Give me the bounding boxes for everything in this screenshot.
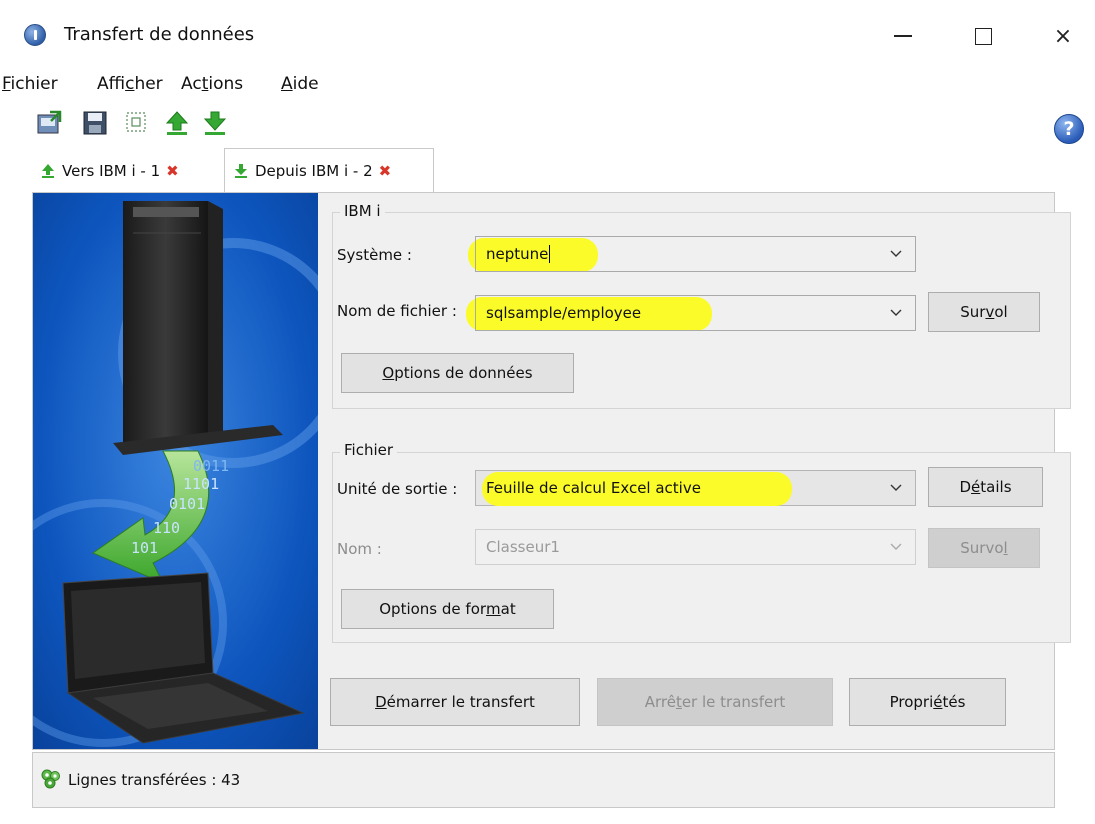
transfer-status-icon bbox=[40, 768, 62, 790]
close-icon[interactable]: ✖ bbox=[166, 162, 179, 180]
status-text: Lignes transférées : 43 bbox=[68, 771, 241, 789]
save-icon[interactable] bbox=[82, 110, 108, 136]
app-icon bbox=[24, 24, 46, 46]
upload-icon[interactable] bbox=[164, 110, 190, 136]
menu-actions[interactable]: Actions bbox=[181, 74, 243, 94]
close-icon: × bbox=[1053, 23, 1073, 49]
chevron-down-icon bbox=[890, 543, 902, 550]
browse-file-button[interactable]: Sur v ol bbox=[928, 292, 1040, 332]
download-icon[interactable] bbox=[202, 110, 228, 136]
close-icon[interactable]: ✖ bbox=[379, 162, 392, 180]
output-device-combo[interactable]: Feuille de calcul Excel active bbox=[475, 470, 916, 506]
menu-aide[interactable]: Aide bbox=[281, 74, 319, 94]
name-combo[interactable]: Classeur1 bbox=[475, 529, 916, 565]
format-options-button[interactable]: Options de for m at bbox=[341, 589, 554, 629]
file-name-combo[interactable]: sqlsample/employee bbox=[475, 295, 916, 331]
file-name-value: sqlsample/employee bbox=[486, 304, 642, 322]
output-device-label: Unité de sortie : bbox=[337, 480, 458, 498]
maximize-icon bbox=[974, 27, 992, 45]
system-label: Système : bbox=[337, 246, 412, 264]
select-icon[interactable] bbox=[124, 110, 150, 136]
open-icon[interactable] bbox=[36, 110, 62, 136]
chevron-down-icon bbox=[890, 250, 902, 257]
browse-name-button[interactable]: Survo l bbox=[928, 528, 1040, 568]
tab-label: Vers IBM i - 1 bbox=[62, 162, 161, 180]
window-title: Transfert de données bbox=[64, 24, 255, 45]
close-button[interactable]: × bbox=[1040, 16, 1086, 56]
binary-line: 0101 bbox=[169, 495, 205, 513]
file-name-label: Nom de fichier : bbox=[337, 302, 457, 320]
system-value: neptune bbox=[486, 245, 549, 263]
system-combo[interactable]: neptune bbox=[475, 236, 916, 272]
maximize-button[interactable] bbox=[960, 16, 1006, 56]
transfer-illustration: 0011 1101 0101 110 101 bbox=[0, 193, 348, 749]
menu-bar bbox=[0, 68, 1095, 104]
data-options-button[interactable]: Options de données bbox=[341, 353, 574, 393]
download-icon bbox=[235, 163, 247, 178]
name-value: Classeur1 bbox=[486, 538, 560, 556]
minimize-button[interactable] bbox=[880, 16, 926, 56]
properties-button[interactable]: Propri é tés bbox=[849, 678, 1006, 726]
help-icon[interactable]: ? bbox=[1054, 114, 1084, 144]
tab-depuis-ibmi[interactable]: Depuis IBM i - 2 ✖ bbox=[224, 148, 434, 192]
minimize-icon bbox=[894, 35, 912, 37]
binary-line: 110 bbox=[153, 519, 180, 537]
upload-icon bbox=[42, 164, 54, 178]
details-button[interactable]: Dé tails bbox=[928, 467, 1043, 507]
fichier-group-legend: Fichier bbox=[340, 441, 398, 459]
chevron-down-icon bbox=[890, 309, 902, 316]
name-label: Nom : bbox=[337, 540, 382, 558]
menu-fichier[interactable]: Fichier bbox=[2, 74, 58, 94]
tab-label: Depuis IBM i - 2 bbox=[255, 161, 373, 180]
tab-vers-ibmi[interactable]: Vers IBM i - 1 ✖ bbox=[32, 152, 222, 190]
output-device-value: Feuille de calcul Excel active bbox=[486, 479, 701, 497]
stop-transfer-button[interactable]: Arrê t er le transfert bbox=[597, 678, 833, 726]
start-transfer-button[interactable]: Démarrer le transfert bbox=[330, 678, 580, 726]
binary-line: 1101 bbox=[183, 475, 219, 493]
binary-line: 0011 bbox=[193, 457, 229, 475]
binary-line: 101 bbox=[131, 539, 158, 557]
ibmi-group-legend: IBM i bbox=[340, 202, 385, 220]
chevron-down-icon bbox=[890, 484, 902, 491]
menu-afficher[interactable]: Afficher bbox=[97, 74, 163, 94]
